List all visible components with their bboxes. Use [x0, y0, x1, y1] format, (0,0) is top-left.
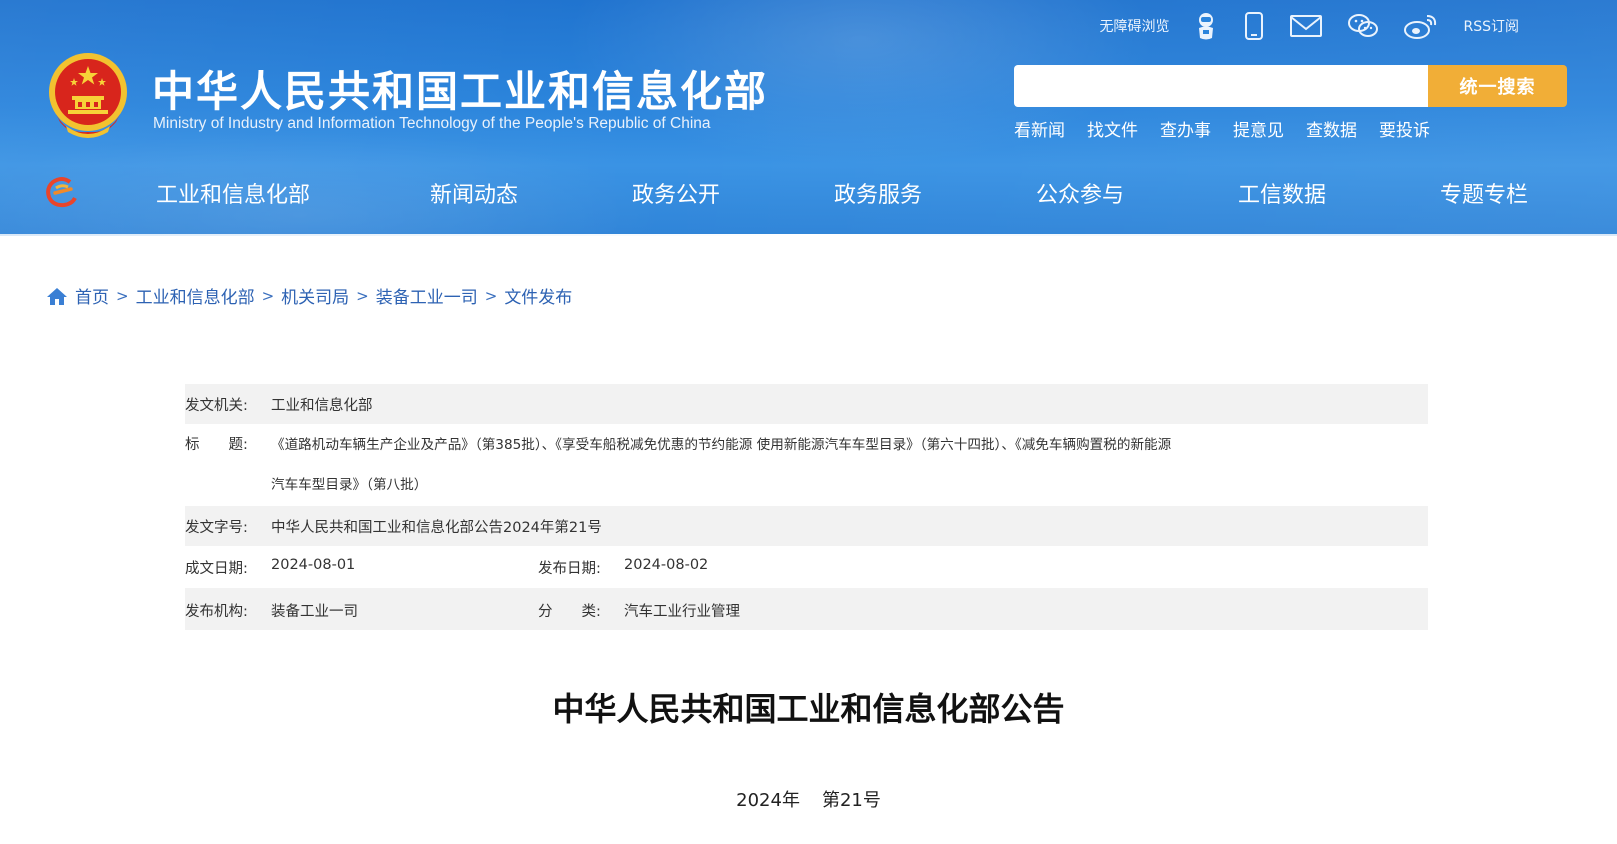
- breadcrumb-home[interactable]: 首页: [75, 283, 109, 308]
- quick-link-services[interactable]: 查办事: [1160, 116, 1211, 141]
- nav-item-topics[interactable]: 专题专栏: [1440, 172, 1528, 220]
- header-divider: [0, 234, 1617, 236]
- written-date-value: 2024-08-01: [271, 557, 356, 573]
- breadcrumb-file-release[interactable]: 文件发布: [504, 283, 572, 308]
- search-input[interactable]: [1014, 65, 1430, 107]
- accessibility-link[interactable]: 无障碍浏览: [1099, 16, 1169, 36]
- quick-link-complaints[interactable]: 要投诉: [1379, 116, 1430, 141]
- info-row-org: 发布机构: 装备工业一司 分 类: 汽车工业行业管理: [185, 588, 1428, 630]
- search-button[interactable]: 统一搜索: [1428, 65, 1567, 107]
- breadcrumb-separator: >: [356, 286, 369, 305]
- breadcrumb-separator: >: [484, 286, 498, 305]
- title-value-line2: 汽车车型目录》（第八批）: [271, 477, 428, 493]
- breadcrumb-separator: >: [116, 286, 129, 305]
- breadcrumb-separator: >: [261, 286, 275, 305]
- title-label: 标 题:: [185, 437, 248, 453]
- mail-icon[interactable]: [1289, 13, 1323, 39]
- site-header: 中华人民共和国工业和信息化部 Ministry of Industry and …: [0, 0, 1617, 236]
- nav-item-services[interactable]: 政务服务: [834, 172, 922, 220]
- quick-link-news[interactable]: 看新闻: [1014, 116, 1065, 141]
- breadcrumb-departments[interactable]: 机关司局: [281, 283, 349, 308]
- main-nav: 工业和信息化部 新闻动态 政务公开 政务服务 公众参与 工信数据 专题专栏: [0, 172, 1617, 220]
- breadcrumb-ministry[interactable]: 工业和信息化部: [136, 283, 255, 308]
- doc-no-label: 发文字号:: [185, 520, 248, 536]
- title-value-line1: 《道路机动车辆生产企业及产品》（第385批）、《享受车船税减免优惠的节约能源 使…: [271, 437, 1172, 453]
- info-row-doc-no: 发文字号: 中华人民共和国工业和信息化部公告2024年第21号: [185, 506, 1428, 546]
- nav-item-public-affairs[interactable]: 政务公开: [632, 172, 720, 220]
- document-year: 2024年: [736, 790, 800, 811]
- info-row-dates: 成文日期: 2024-08-01 发布日期: 2024-08-02: [185, 546, 1428, 588]
- published-date-label: 发布日期:: [538, 561, 601, 577]
- category-label: 分 类:: [538, 604, 601, 620]
- nav-item-data[interactable]: 工信数据: [1238, 172, 1326, 220]
- published-date-value: 2024-08-02: [624, 557, 709, 573]
- info-row-title: 标 题: 《道路机动车辆生产企业及产品》（第385批）、《享受车船税减免优惠的节…: [185, 424, 1428, 506]
- quick-links: 看新闻 找文件 查办事 提意见 查数据 要投诉: [1014, 116, 1430, 141]
- wechat-icon[interactable]: [1347, 12, 1379, 40]
- mobile-icon[interactable]: [1243, 11, 1265, 41]
- category-value: 汽车工业行业管理: [624, 604, 740, 620]
- org-label: 发布机构:: [185, 604, 248, 620]
- document-title: 中华人民共和国工业和信息化部公告: [552, 690, 1065, 728]
- site-subtitle-en: Ministry of Industry and Information Tec…: [153, 115, 711, 132]
- home-icon[interactable]: [46, 286, 68, 306]
- national-emblem-icon: [49, 53, 127, 138]
- weibo-icon[interactable]: [1403, 12, 1439, 40]
- doc-no-value: 中华人民共和国工业和信息化部公告2024年第21号: [271, 520, 602, 536]
- quick-link-files[interactable]: 找文件: [1087, 116, 1138, 141]
- document-issue-number: 第21号: [821, 790, 881, 811]
- nav-item-news[interactable]: 新闻动态: [430, 172, 518, 220]
- robot-icon[interactable]: [1193, 11, 1219, 41]
- site-title: 中华人民共和国工业和信息化部: [152, 67, 769, 116]
- written-date-label: 成文日期:: [185, 561, 248, 577]
- quick-link-data[interactable]: 查数据: [1306, 116, 1357, 141]
- breadcrumb-equipment-dept[interactable]: 装备工业一司: [376, 283, 478, 308]
- issuer-value: 工业和信息化部: [271, 398, 373, 414]
- nav-item-ministry[interactable]: 工业和信息化部: [156, 172, 310, 220]
- issuer-label: 发文机关:: [185, 398, 248, 414]
- nav-item-participation[interactable]: 公众参与: [1036, 172, 1124, 220]
- quick-link-suggestions[interactable]: 提意见: [1233, 116, 1284, 141]
- document-number: 2024年 第21号: [0, 786, 1617, 812]
- info-row-issuer: 发文机关: 工业和信息化部: [185, 384, 1428, 424]
- rss-link[interactable]: RSS订阅: [1463, 16, 1519, 36]
- org-value: 装备工业一司: [271, 604, 358, 620]
- breadcrumb: 首页 > 工业和信息化部 > 机关司局 > 装备工业一司 > 文件发布: [46, 283, 572, 308]
- top-toolbar: 无障碍浏览 RSS订阅: [1099, 10, 1519, 42]
